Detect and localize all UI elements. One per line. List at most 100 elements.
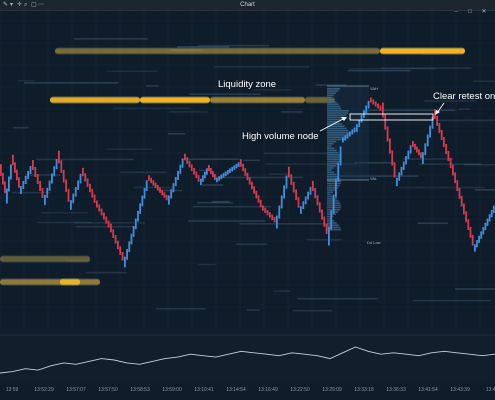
down-brick (295, 189, 297, 201)
up-brick (218, 176, 220, 181)
up-brick (226, 170, 229, 175)
up-brick (488, 214, 491, 222)
heatmap-streak (113, 107, 191, 110)
down-brick (121, 252, 124, 261)
heatmap-streak (464, 163, 495, 166)
heatmap-streak (197, 263, 216, 266)
down-brick (2, 172, 4, 185)
up-brick (124, 256, 126, 268)
up-brick (402, 161, 405, 170)
up-brick (126, 249, 128, 260)
heatmap-streak (272, 290, 291, 292)
down-brick (257, 195, 260, 203)
down-brick (251, 181, 253, 190)
heatmap-streak (169, 111, 209, 113)
up-brick (484, 222, 487, 231)
heatmap-streak (41, 211, 88, 214)
up-brick (200, 178, 202, 186)
down-brick (65, 179, 67, 193)
down-brick (86, 178, 89, 187)
volume-profile-bar (327, 140, 337, 143)
down-brick (248, 177, 251, 185)
liquidity-zone-label: Liquidity zone (218, 79, 277, 90)
up-brick (141, 195, 144, 207)
volume-profile-bar (327, 151, 339, 154)
up-brick (332, 194, 335, 214)
down-brick (262, 205, 264, 211)
down-brick (89, 183, 91, 193)
up-brick (280, 195, 283, 209)
chart-canvas[interactable] (0, 11, 495, 383)
volume-profile-bar (327, 173, 337, 176)
up-brick (474, 244, 476, 252)
up-brick (181, 158, 184, 168)
heatmap-streak (246, 309, 261, 311)
down-brick (469, 227, 472, 238)
time-axis-tick: 13:16:49 (258, 387, 278, 393)
up-brick (344, 135, 347, 141)
down-brick (288, 166, 290, 178)
up-brick (360, 114, 363, 123)
heatmap-streak (133, 186, 175, 189)
volume-profile-bar (327, 154, 341, 156)
down-brick (436, 116, 439, 126)
heatmap-streak (17, 79, 36, 82)
volume-profile-bar (327, 156, 341, 158)
up-brick (235, 163, 238, 169)
down-brick (110, 223, 112, 233)
up-brick (328, 226, 330, 246)
up-brick (48, 180, 51, 191)
down-brick (119, 246, 122, 255)
up-brick (8, 176, 10, 192)
up-brick (229, 168, 231, 173)
liquidity-band (0, 256, 90, 262)
down-brick (471, 234, 474, 246)
down-brick (159, 187, 161, 193)
indicator-pane (0, 334, 495, 383)
time-axis-tick: 13:43:39 (450, 387, 470, 393)
down-brick (370, 97, 372, 103)
down-brick (41, 188, 44, 198)
heatmap-streak (412, 299, 491, 302)
time-axis-tick: 13:59 (5, 387, 19, 393)
up-brick (482, 227, 485, 235)
heatmap-streak (74, 38, 148, 40)
down-brick (4, 181, 6, 194)
up-brick (70, 200, 72, 210)
up-brick (351, 129, 354, 135)
down-brick (458, 188, 461, 199)
volume-profile-bar (327, 158, 341, 160)
down-brick (0, 164, 2, 176)
volume-profile-bar (327, 191, 334, 193)
up-brick (346, 133, 349, 139)
down-brick (460, 195, 463, 207)
down-brick (374, 101, 377, 107)
down-brick (67, 189, 70, 202)
time-axis-tick: 13:29:09 (322, 387, 342, 393)
heatmap-streak (435, 119, 495, 122)
down-brick (314, 188, 317, 199)
down-brick (103, 212, 105, 220)
time-axis-tick: 13:41:54 (418, 387, 438, 393)
volume-profile-bar (327, 127, 347, 130)
volume-profile-bar (327, 198, 337, 200)
time-axis-tick: 13:57:50 (98, 387, 118, 393)
down-brick (197, 175, 200, 182)
heatmap-streak (13, 126, 29, 129)
price-bricks (0, 97, 495, 268)
liquidity-band (60, 279, 80, 285)
heatmap-streak (417, 222, 449, 225)
up-brick (353, 127, 356, 133)
down-brick (443, 137, 445, 147)
down-brick (156, 185, 159, 191)
down-brick (377, 103, 379, 109)
up-brick (170, 189, 173, 199)
down-brick (297, 197, 300, 208)
down-brick (165, 194, 168, 201)
down-brick (212, 171, 214, 177)
liquidity-band (210, 97, 305, 103)
up-brick (6, 188, 8, 204)
volume-profile-bar (327, 99, 334, 101)
heatmap-streak (459, 108, 470, 110)
heatmap-streak (473, 80, 495, 83)
